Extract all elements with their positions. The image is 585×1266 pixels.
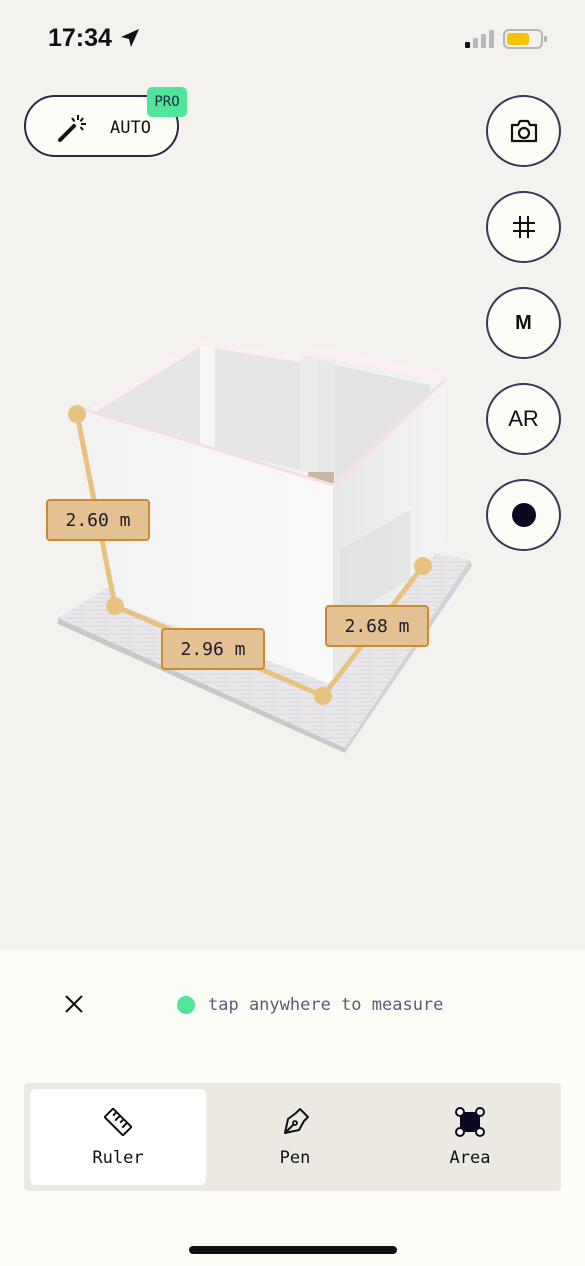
measure-point [68,405,86,423]
pro-badge: PRO [147,87,187,117]
status-time: 17:34 [48,24,112,52]
grid-icon [512,216,535,238]
record-icon [511,503,536,527]
measure-point [106,597,124,615]
tab-pen[interactable]: Pen [210,1089,380,1185]
tool-selector: Ruler Pen Area [24,1083,561,1191]
close-icon[interactable] [60,990,88,1018]
measurement-label-1[interactable]: 2.60 m [46,499,150,541]
magic-wand-icon [58,115,86,142]
area-icon [455,1107,485,1137]
ruler-icon [103,1107,133,1137]
ar-button[interactable]: AR [486,383,561,455]
tab-ruler[interactable]: Ruler [30,1089,206,1185]
tab-area-label: Area [449,1148,491,1168]
camera-button[interactable] [486,95,561,167]
tab-ruler-label: Ruler [92,1148,144,1168]
hint-text: tap anywhere to measure [208,995,444,1015]
auto-mode-label: AUTO [110,118,151,138]
status-bar: 17:34 [0,0,585,80]
record-button[interactable] [486,479,561,551]
measurement-label-3[interactable]: 2.68 m [325,605,429,647]
measure-point [414,557,432,575]
status-dot [177,996,195,1014]
signal-strength-icon [465,30,494,48]
camera-icon [510,119,537,143]
ar-label: AR [508,406,539,431]
tab-pen-label: Pen [279,1148,311,1168]
units-button[interactable]: M [486,287,561,359]
home-indicator[interactable] [189,1246,397,1254]
location-arrow-icon [121,29,139,47]
tab-area[interactable]: Area [384,1089,556,1185]
grid-button[interactable] [486,191,561,263]
units-label: M [515,311,532,334]
measurement-label-2[interactable]: 2.96 m [161,628,265,670]
measure-point [314,687,332,705]
pen-icon [284,1108,309,1134]
battery-icon [503,29,547,49]
